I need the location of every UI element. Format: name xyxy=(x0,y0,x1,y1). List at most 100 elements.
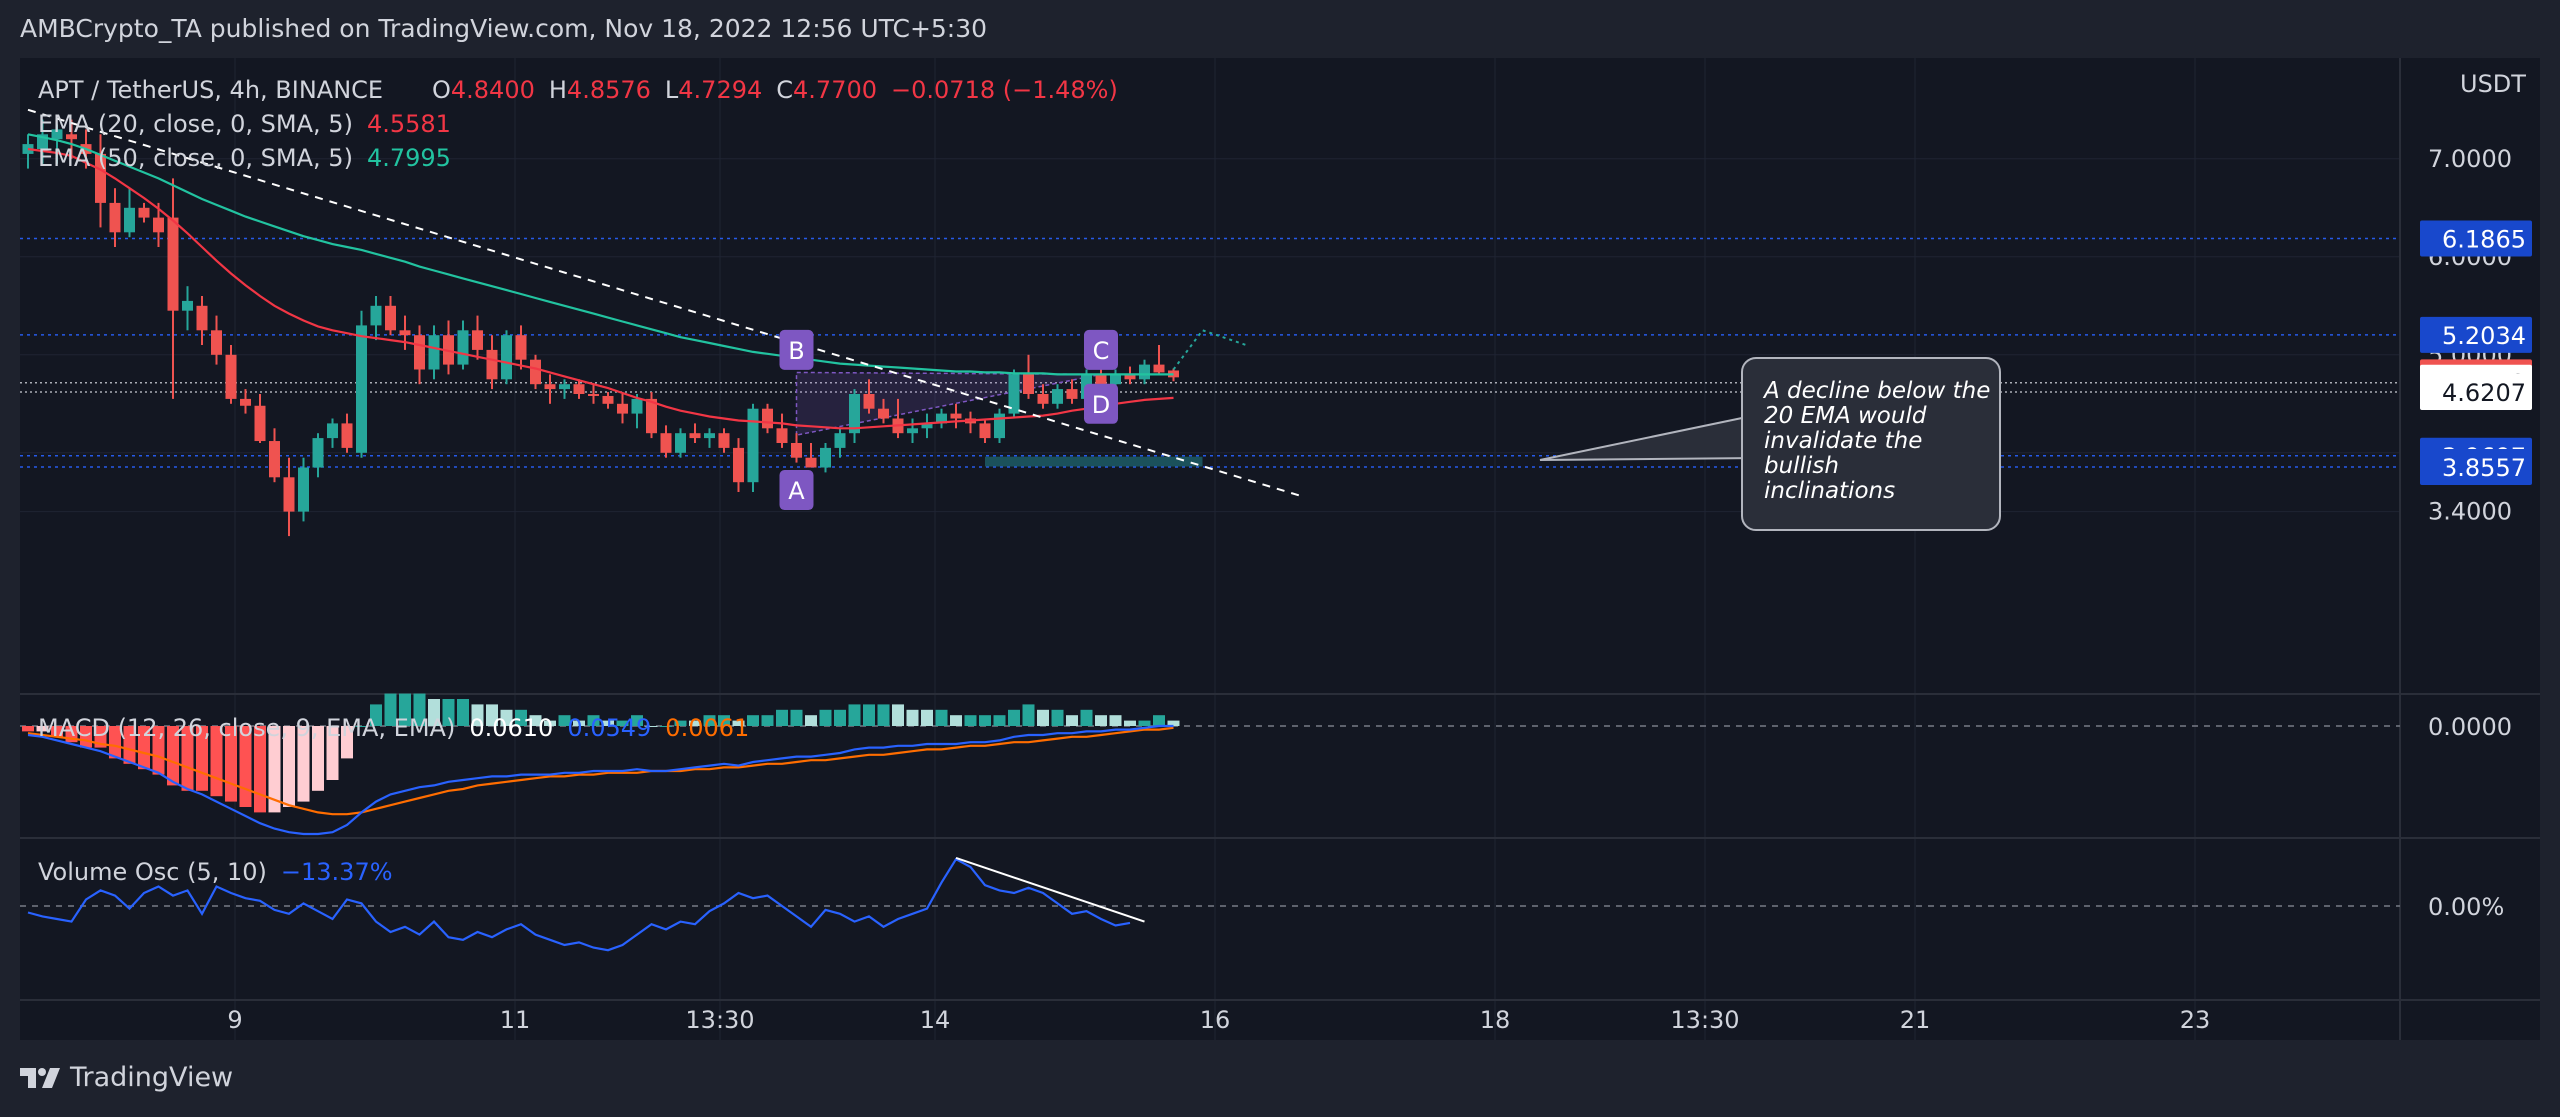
target-zone-rect xyxy=(985,456,1203,467)
candle-body xyxy=(631,398,643,414)
candle-body xyxy=(428,335,440,370)
macd-histogram-bar xyxy=(964,715,977,726)
vosc-tick-label: 0.00% xyxy=(2428,893,2504,921)
pattern-label: D xyxy=(1092,391,1110,419)
currency-label: USDT xyxy=(2460,70,2526,98)
candle-body xyxy=(907,428,918,434)
publisher-line: AMBCrypto_TA published on TradingView.co… xyxy=(20,14,988,43)
candle-body xyxy=(834,433,846,448)
candle-body xyxy=(979,423,991,439)
macd-histogram-bar xyxy=(993,715,1006,726)
macd-histogram-bar xyxy=(848,704,861,726)
grid xyxy=(20,58,2540,1040)
annotation-callout: A decline below the 20 EMA would invalidat… xyxy=(1539,357,2001,531)
time-tick-label: 21 xyxy=(1900,1006,1931,1034)
ema50-legend: EMA (50, close, 0, SMA, 5) 4.7995 xyxy=(38,144,451,172)
candle-body xyxy=(863,394,875,409)
callout-line: invalidate the xyxy=(1764,428,1922,454)
macd-tick-label: 0.0000 xyxy=(2428,713,2512,741)
macd-histogram-bar xyxy=(935,709,948,726)
time-tick-label: 9 xyxy=(227,1006,242,1034)
price-tick-label: 3.4000 xyxy=(2428,498,2512,526)
macd-histogram-bar xyxy=(906,709,919,726)
macd-histogram-bar xyxy=(790,709,803,726)
macd-histogram-bar xyxy=(1095,715,1107,726)
candle-body xyxy=(283,477,295,512)
macd-histogram-bar xyxy=(863,704,875,726)
candle-body xyxy=(820,447,831,468)
callout-pointer xyxy=(1539,416,1762,461)
candle-body xyxy=(356,325,367,453)
candle-body xyxy=(254,405,266,442)
candle-body xyxy=(675,433,686,453)
ema20-legend: EMA (20, close, 0, SMA, 5) 4.5581 xyxy=(38,110,451,138)
macd-histogram-bar xyxy=(1124,720,1136,726)
chart-area[interactable]: A B CD A decline below the 20 EMA would inva… xyxy=(20,58,2540,1040)
symbol-title: APT / TetherUS, 4h, BINANCE xyxy=(38,76,383,104)
macd-histogram-bar xyxy=(950,715,962,726)
candle-body xyxy=(501,335,512,380)
price-chart-svg[interactable]: A B CD A decline below the 20 EMA would inva… xyxy=(20,58,2540,1040)
candle-body xyxy=(1023,374,1034,394)
candle-body xyxy=(805,457,817,468)
macd-histogram-bar xyxy=(1138,720,1151,726)
time-tick-label: 16 xyxy=(1200,1006,1231,1034)
candle-body xyxy=(530,359,541,385)
candle-body xyxy=(515,335,527,360)
candle-body xyxy=(457,330,469,365)
macd-histogram-bar xyxy=(819,709,832,726)
time-tick-label: 18 xyxy=(1480,1006,1511,1034)
candle-body xyxy=(240,398,251,406)
candle-body xyxy=(399,330,411,336)
candle-body xyxy=(1139,364,1150,380)
macd-histogram-bar xyxy=(761,715,774,726)
candle-body xyxy=(472,330,483,350)
macd-histogram-bar xyxy=(1008,709,1020,726)
macd-histogram-bar xyxy=(1022,704,1035,726)
candle-body xyxy=(269,441,280,478)
time-tick-label: 14 xyxy=(920,1006,951,1034)
price-tick-label: 7.0000 xyxy=(2428,145,2512,173)
candle-body xyxy=(559,384,570,390)
candle-body xyxy=(341,423,353,448)
callout-line: inclinations xyxy=(1764,478,1895,504)
candle-body xyxy=(588,394,599,396)
candle-body xyxy=(544,384,556,390)
callout-line: 20 EMA would xyxy=(1764,403,1927,429)
candle-body xyxy=(573,384,585,394)
candle-body xyxy=(211,330,222,355)
candle-body xyxy=(109,202,121,233)
candle-body xyxy=(153,217,164,233)
candle-body xyxy=(791,443,802,458)
tradingview-logo[interactable]: TradingView xyxy=(20,1062,233,1093)
candle-body xyxy=(718,433,730,448)
macd-histogram-bar xyxy=(22,726,34,732)
candle-body xyxy=(1052,389,1063,404)
macd-histogram-bar xyxy=(979,715,991,726)
macd-histogram-bar xyxy=(457,699,469,726)
macd-histogram-bar xyxy=(1109,715,1122,726)
time-tick-label: 13:30 xyxy=(1670,1006,1739,1034)
candles xyxy=(22,119,1179,537)
candle-body xyxy=(762,408,773,429)
candle-body xyxy=(660,433,672,453)
macd-histogram-bar xyxy=(1153,715,1165,726)
candle-body xyxy=(486,349,498,380)
macd-histogram-bar xyxy=(1051,709,1064,726)
candle-body xyxy=(776,428,788,443)
macd-histogram-bar xyxy=(892,704,904,726)
candle-body xyxy=(689,433,701,439)
time-tick-label: 23 xyxy=(2180,1006,2211,1034)
macd-histogram-bar xyxy=(921,709,933,726)
callout-line: bullish xyxy=(1764,453,1839,479)
candle-body xyxy=(124,207,135,233)
pattern-label: B xyxy=(788,337,804,365)
macd-histogram-bar xyxy=(1037,709,1049,726)
tradingview-frame: AMBCrypto_TA published on TradingView.co… xyxy=(0,0,2560,1117)
tradingview-logo-icon xyxy=(20,1067,60,1088)
macd-histogram-bar xyxy=(805,715,817,726)
candle-body xyxy=(602,395,614,404)
candle-body xyxy=(414,335,425,370)
macd-histogram-bar xyxy=(834,709,846,726)
candle-body xyxy=(950,413,962,419)
